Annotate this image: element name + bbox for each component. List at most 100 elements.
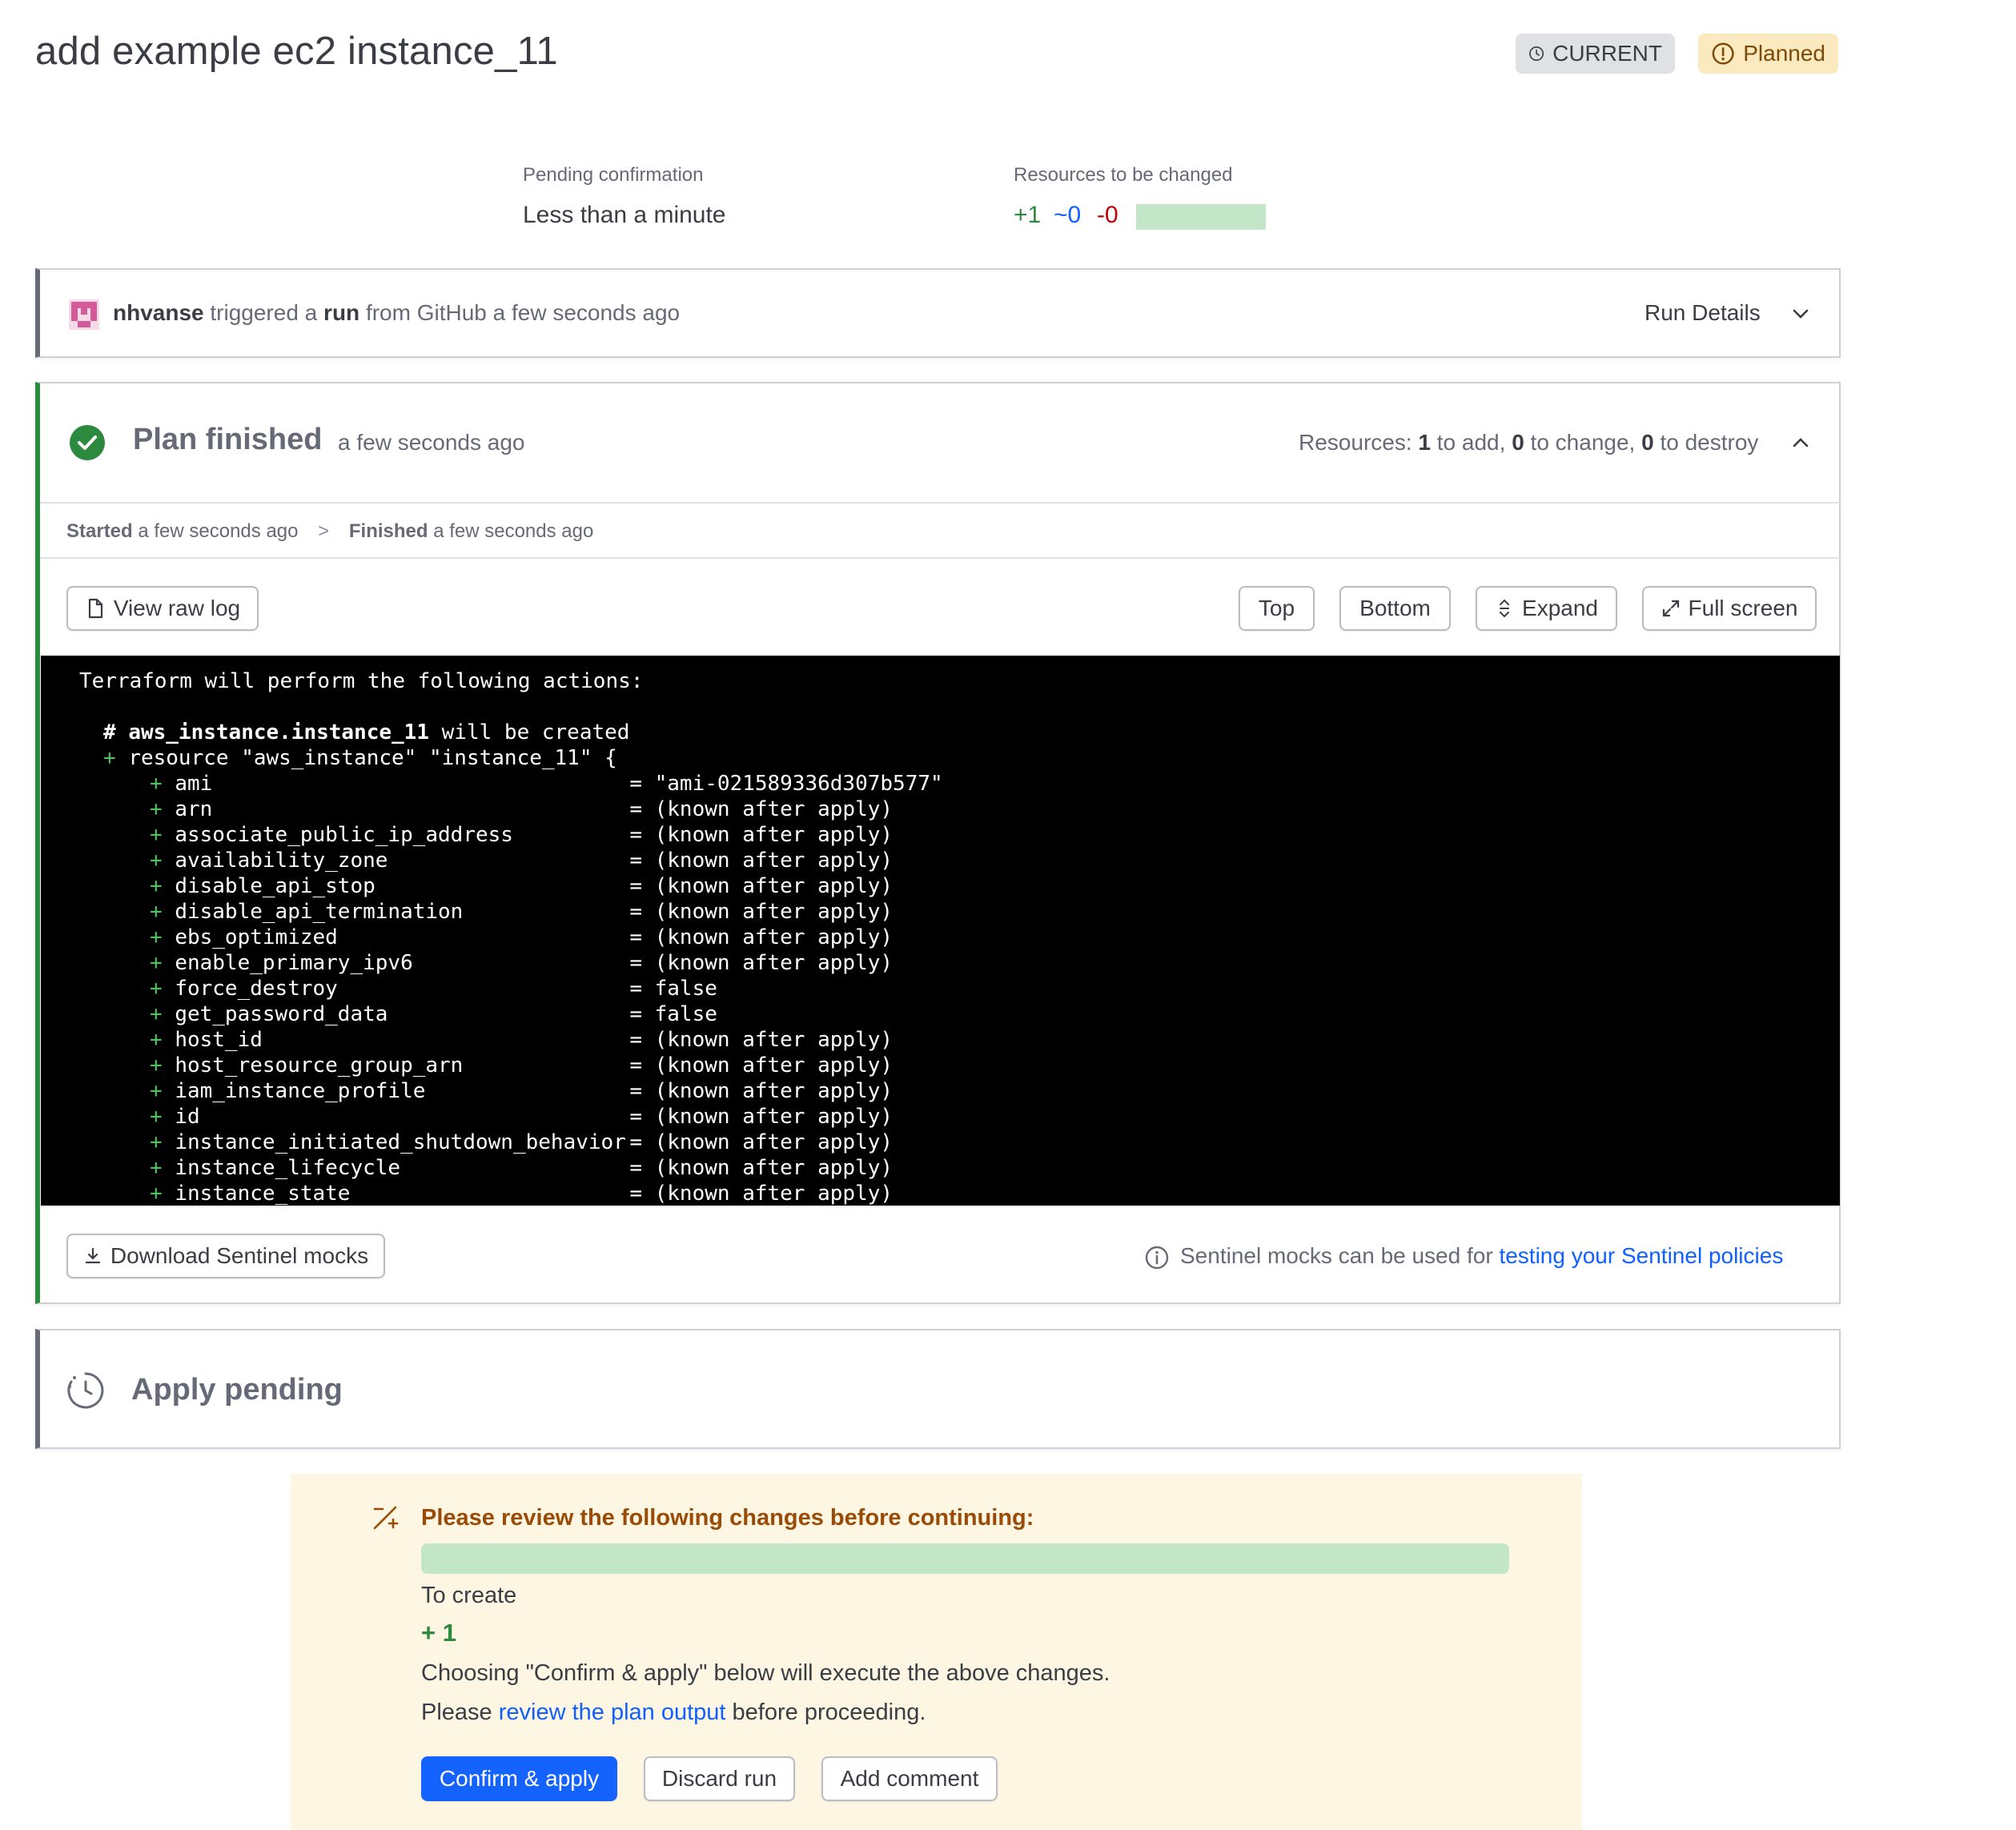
plus-marker: + — [150, 1079, 175, 1103]
add-count: 1 — [1418, 430, 1431, 455]
equals-sign: = — [629, 977, 655, 1001]
review-change-bar — [421, 1543, 1509, 1574]
equals-sign: = — [629, 849, 655, 873]
equals-sign: = — [629, 951, 655, 975]
plan-log-terminal[interactable]: Terraform will perform the following act… — [41, 656, 1840, 1206]
button-label: Discard run — [661, 1766, 777, 1791]
check-circle-icon — [70, 425, 105, 460]
change-count: 0 — [1512, 430, 1524, 455]
plus-marker: + — [150, 797, 175, 821]
comment-suffix: will be created — [429, 720, 630, 744]
equals-sign: = — [629, 772, 655, 796]
chevron-up-icon[interactable] — [1789, 431, 1812, 454]
attribute-value: (known after apply) — [654, 1156, 894, 1180]
destroy-count: 0 — [1641, 430, 1654, 455]
terminal-attribute-line: + disable_api_termination = (known after … — [150, 899, 893, 925]
equals-sign: = — [629, 1028, 655, 1052]
pending-label: Pending confirmation — [523, 164, 704, 186]
terminal-attribute-line: + disable_api_stop = (known after apply) — [150, 873, 893, 899]
plus-marker: + — [150, 925, 175, 949]
button-label: Top — [1258, 596, 1295, 620]
terminal-attribute-line: + host_id = (known after apply) — [150, 1027, 893, 1053]
page-title: add example ec2 instance_11 — [35, 30, 558, 73]
plus-marker: + — [150, 1182, 175, 1206]
full-screen-button[interactable]: Full screen — [1642, 586, 1817, 631]
button-label: View raw log — [113, 596, 241, 620]
view-raw-log-button[interactable]: View raw log — [66, 586, 259, 631]
discard-run-button[interactable]: Discard run — [644, 1756, 795, 1801]
comment-resource: aws_instance.instance_11 — [128, 720, 429, 744]
equals-sign: = — [629, 823, 655, 847]
run-details-label[interactable]: Run Details — [1645, 300, 1761, 326]
equals-sign: = — [629, 925, 655, 949]
resources-bar — [1136, 204, 1266, 230]
chevron-down-icon[interactable] — [1789, 303, 1812, 325]
attribute-name: id — [175, 1105, 200, 1129]
button-label: Download Sentinel mocks — [110, 1243, 369, 1268]
terminal-attribute-line: + get_password_data = false — [150, 1001, 717, 1027]
avatar — [69, 299, 99, 330]
plan-time: a few seconds ago — [338, 430, 525, 455]
attribute-value: (known after apply) — [654, 1053, 894, 1078]
attribute-name: iam_instance_profile — [175, 1079, 426, 1103]
status-badge-planned: Planned — [1698, 34, 1838, 74]
terminal-attribute-line: + associate_public_ip_address = (known af… — [150, 822, 893, 848]
sentinel-policies-link[interactable]: testing your Sentinel policies — [1499, 1243, 1783, 1268]
divider — [40, 502, 1840, 504]
plus-marker: + — [150, 1053, 175, 1078]
run-triggered-text: triggered a — [210, 300, 318, 325]
attribute-name: availability_zone — [175, 849, 388, 873]
plus-marker: + — [150, 1156, 175, 1180]
terminal-attribute-line: + instance_lifecycle = (known after apply… — [150, 1155, 893, 1181]
top-button[interactable]: Top — [1239, 586, 1315, 631]
expand-vertical-icon — [1500, 599, 1510, 618]
add-text: to add, — [1436, 430, 1506, 455]
badge-label: CURRENT — [1552, 41, 1662, 66]
to-create-label: To create — [421, 1583, 517, 1608]
please-suffix: before proceeding. — [732, 1700, 926, 1725]
plus-marker: + — [150, 772, 175, 796]
run-user[interactable]: nhvanse — [113, 300, 204, 325]
resources-change: ~0 — [1054, 202, 1082, 228]
review-note: Choosing "Confirm & apply" below will ex… — [421, 1660, 1110, 1686]
attribute-name: ebs_optimized — [175, 925, 338, 949]
download-sentinel-mocks-button[interactable]: Download Sentinel mocks — [66, 1234, 385, 1278]
terminal-header: Terraform will perform the following act… — [79, 669, 644, 693]
terminal-attribute-line: + id = (known after apply) — [150, 1104, 893, 1130]
button-label: Confirm & apply — [439, 1766, 600, 1791]
expand-button[interactable]: Expand — [1476, 586, 1617, 631]
attribute-value: (known after apply) — [654, 1182, 894, 1206]
download-icon — [85, 1247, 101, 1264]
attribute-name: instance_initiated_shutdown_behavior — [175, 1130, 626, 1154]
attribute-name: get_password_data — [175, 1002, 388, 1026]
bottom-button[interactable]: Bottom — [1339, 586, 1451, 631]
to-create-count: + 1 — [421, 1619, 456, 1647]
badge-label: Planned — [1743, 41, 1825, 66]
attribute-value: (known after apply) — [654, 849, 894, 873]
started-label: Started — [66, 520, 133, 542]
terminal-attribute-line: + ebs_optimized = (known after apply) — [150, 925, 893, 950]
divider — [40, 557, 1840, 559]
attribute-value: false — [654, 977, 717, 1001]
attribute-value: (known after apply) — [654, 951, 894, 975]
status-badge-current: CURRENT — [1516, 34, 1675, 74]
change-text: to change, — [1530, 430, 1636, 455]
resource-line: resource "aws_instance" "instance_11" { — [128, 746, 617, 770]
plus-marker: + — [150, 900, 175, 924]
review-plan-output-link[interactable]: review the plan output — [499, 1700, 726, 1725]
plus-marker: + — [150, 823, 175, 847]
alert-circle-icon — [1712, 42, 1734, 65]
equals-sign: = — [629, 900, 655, 924]
equals-sign: = — [629, 1105, 655, 1129]
terminal-attribute-line: + host_resource_group_arn = (known after … — [150, 1053, 893, 1078]
button-label: Add comment — [840, 1766, 979, 1791]
confirm-apply-button[interactable]: Confirm & apply — [421, 1756, 617, 1801]
add-comment-button[interactable]: Add comment — [821, 1756, 998, 1801]
clock-pending-icon — [67, 1372, 104, 1409]
info-icon — [1145, 1246, 1169, 1270]
terminal-attribute-line: + force_destroy = false — [150, 976, 717, 1001]
button-label: Full screen — [1688, 596, 1798, 620]
resources-label: Resources to be changed — [1014, 164, 1233, 186]
finished-time: a few seconds ago — [433, 520, 594, 542]
plan-title: Plan finished — [133, 423, 323, 456]
